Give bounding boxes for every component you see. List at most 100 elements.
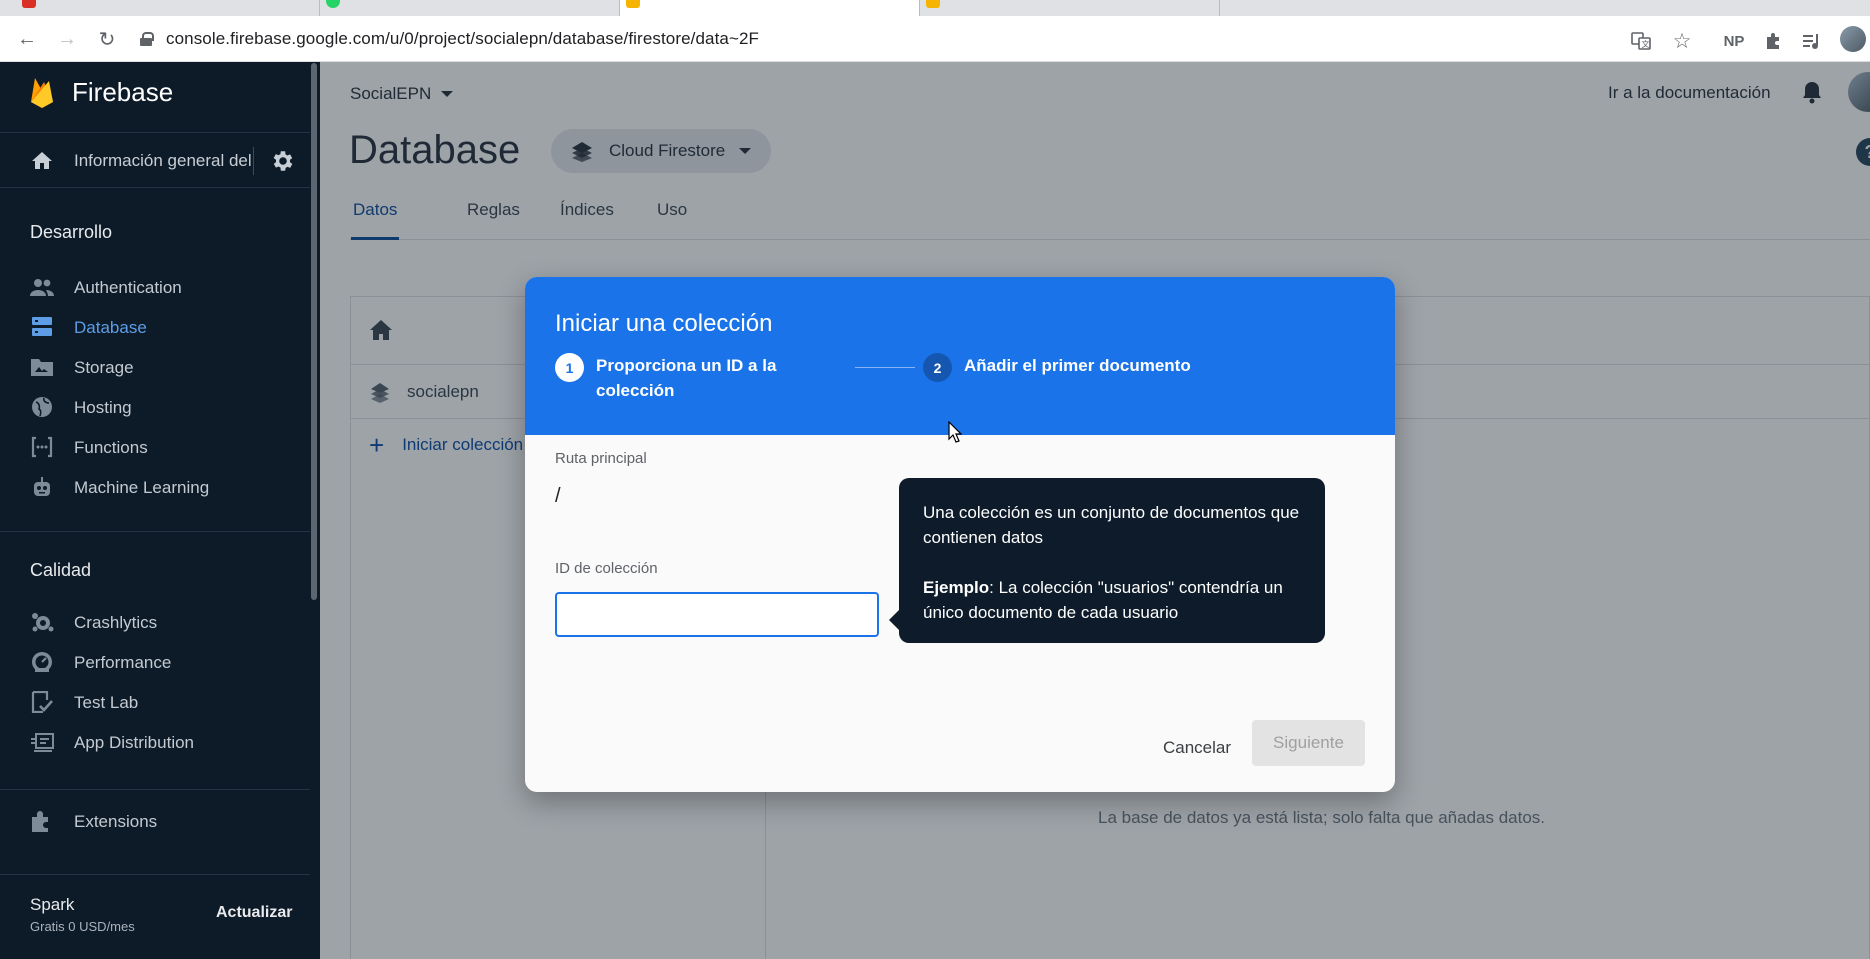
url-text: console.firebase.google.com/u/0/project/… (166, 29, 760, 48)
translate-icon[interactable]: 文 (1630, 30, 1652, 52)
crashlytics-icon (32, 613, 54, 632)
divider (0, 874, 310, 875)
collection-id-label: ID de colección (555, 560, 658, 577)
browser-toolbar: ← → ↻ console.firebase.google.com/u/0/pr… (0, 16, 1870, 62)
sidebar-item-label: Machine Learning (74, 478, 210, 497)
tab-usage[interactable]: Uso (657, 200, 687, 240)
back-arrow-icon[interactable]: ← (12, 24, 42, 54)
extension-np-icon[interactable]: NP (1720, 30, 1748, 52)
divider (0, 531, 310, 532)
help-icon[interactable]: ? (1856, 138, 1870, 166)
sidebar: Firebase Información general del proyect… (0, 62, 320, 959)
tab-bar: Datos Reglas Índices Uso (350, 200, 1870, 240)
start-collection-dialog: Iniciar una colección 1 Proporciona un I… (525, 277, 1395, 792)
database-type-selector[interactable]: Cloud Firestore (551, 129, 771, 173)
section-title-develop: Desarrollo (30, 222, 113, 242)
plus-icon: + (369, 430, 385, 460)
cancel-button[interactable]: Cancelar (1145, 726, 1249, 770)
sidebar-item-label: Extensions (74, 812, 158, 831)
firebase-brand[interactable]: Firebase (30, 76, 173, 108)
dialog-header: Iniciar una colección 1 Proporciona un I… (525, 277, 1395, 435)
globe-icon (32, 397, 52, 417)
sidebar-item-label: Performance (74, 653, 172, 672)
collection-tooltip: Una colección es un conjunto de document… (889, 478, 1325, 643)
extensions-icon (32, 811, 48, 832)
distribution-icon (31, 733, 54, 752)
sidebar-item-performance[interactable]: Performance (0, 642, 310, 682)
firestore-icon (572, 142, 592, 162)
plan-name: Spark (30, 895, 75, 914)
browser-tab[interactable] (920, 0, 1220, 16)
tab-rules[interactable]: Reglas (467, 200, 520, 240)
project-selector[interactable]: SocialEPN (350, 84, 454, 104)
home-icon[interactable] (369, 319, 393, 341)
step-1: 1 Proporciona un ID a la colección (555, 353, 795, 403)
sidebar-item-label: Database (74, 318, 147, 337)
chevron-down-icon (441, 91, 454, 97)
mouse-cursor-icon (948, 421, 962, 443)
sidebar-item-extensions[interactable]: Extensions (0, 801, 310, 841)
parent-path-value: / (555, 485, 561, 507)
gear-icon[interactable] (270, 148, 296, 174)
tab-data[interactable]: Datos (351, 200, 400, 240)
step-2: 2 Añadir el primer documento (923, 353, 1191, 382)
brand-name: Firebase (72, 76, 174, 107)
browser-tab[interactable] (0, 0, 320, 16)
robot-icon (34, 477, 50, 496)
plan-price: Gratis 0 USD/mes (30, 919, 135, 934)
next-button[interactable]: Siguiente (1252, 720, 1365, 766)
sidebar-item-machine-learning[interactable]: Machine Learning (0, 467, 310, 507)
divider (0, 789, 310, 790)
step-label: Proporciona un ID a la colección (596, 356, 777, 400)
sidebar-item-database[interactable]: Database (0, 307, 310, 347)
browser-tab[interactable] (1220, 0, 1870, 16)
project-overview-row[interactable]: Información general del proyecto (0, 132, 310, 188)
sidebar-scrollbar[interactable] (311, 63, 317, 600)
profile-avatar[interactable] (1840, 26, 1866, 52)
upgrade-button[interactable]: Actualizar (216, 904, 292, 922)
browser-tab[interactable] (320, 0, 620, 16)
star-icon[interactable]: ☆ (1671, 30, 1693, 53)
parent-path-label: Ruta principal (555, 450, 647, 467)
lock-icon (140, 32, 154, 46)
sidebar-item-authentication[interactable]: Authentication (0, 267, 310, 307)
chevron-down-icon (739, 148, 752, 154)
docs-link[interactable]: Ir a la documentación (1608, 83, 1771, 103)
folder-icon (31, 359, 53, 376)
sidebar-item-label: Functions (74, 438, 148, 457)
sidebar-item-storage[interactable]: Storage (0, 347, 310, 387)
dialog-title: Iniciar una colección (555, 310, 773, 337)
plan-info: Spark Gratis 0 USD/mes (30, 895, 135, 934)
user-avatar[interactable] (1848, 72, 1870, 112)
sidebar-item-app-distribution[interactable]: App Distribution (0, 722, 310, 762)
bell-icon[interactable] (1801, 80, 1823, 104)
reload-icon[interactable]: ↻ (92, 24, 122, 54)
browser-tab-active[interactable] (620, 0, 920, 16)
database-type-label: Cloud Firestore (609, 141, 726, 160)
browser-tabstrip (0, 0, 1870, 16)
checklist-icon (31, 691, 53, 713)
project-overview-label: Información general del proyecto (74, 151, 254, 170)
sidebar-item-test-lab[interactable]: Test Lab (0, 682, 310, 722)
people-icon (30, 279, 54, 296)
page-title: Database (349, 128, 521, 172)
sidebar-item-functions[interactable]: Functions (0, 427, 310, 467)
address-bar[interactable]: console.firebase.google.com/u/0/project/… (140, 22, 1870, 56)
tooltip-example: Ejemplo: La colección "usuarios" contend… (923, 575, 1301, 625)
root-name: socialepn (407, 382, 479, 401)
start-collection-label: Iniciar colección (402, 435, 524, 454)
start-collection-link[interactable]: + Iniciar colección (369, 430, 524, 460)
forward-arrow-icon[interactable]: → (52, 24, 82, 54)
functions-icon (31, 436, 53, 458)
sidebar-item-crashlytics[interactable]: Crashlytics (0, 602, 310, 642)
tooltip-example-label: Ejemplo (923, 578, 990, 597)
sidebar-item-label: Storage (74, 358, 134, 377)
sidebar-item-label: Test Lab (74, 693, 139, 712)
step-number: 1 (555, 353, 584, 382)
media-queue-icon[interactable] (1801, 30, 1823, 52)
collection-id-input[interactable] (555, 592, 879, 637)
sidebar-item-hosting[interactable]: Hosting (0, 387, 310, 427)
tab-indexes[interactable]: Índices (560, 200, 614, 240)
database-icon (32, 317, 52, 336)
puzzle-icon[interactable] (1762, 30, 1784, 52)
